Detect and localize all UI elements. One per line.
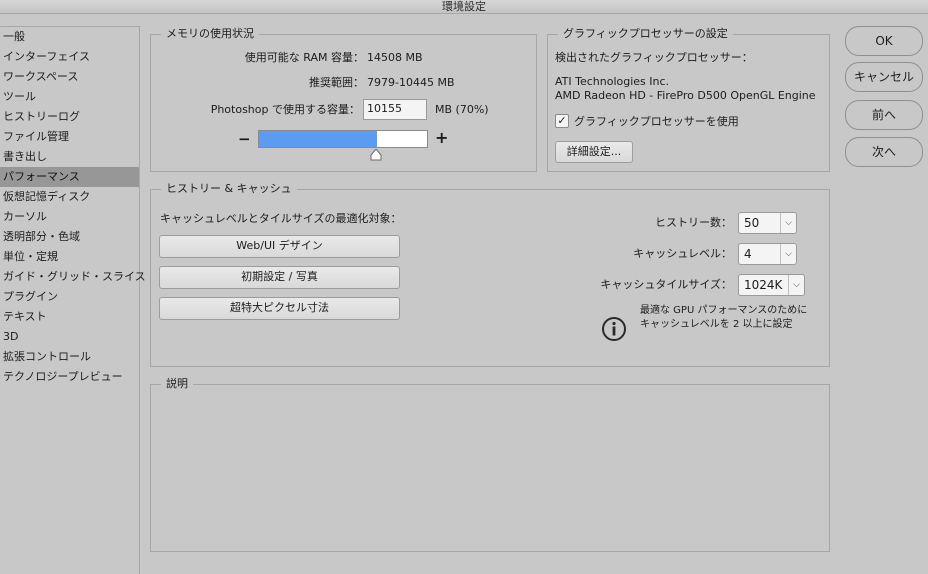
description-group: 説明 — [150, 376, 830, 552]
sidebar-item-performance[interactable]: パフォーマンス — [0, 167, 139, 187]
sidebar-item-scratch-disks[interactable]: 仮想記憶ディスク — [0, 187, 139, 207]
memory-use-unit: MB (70%) — [435, 103, 489, 116]
cache-levels-label: キャッシュレベル： — [633, 247, 732, 260]
ideal-range-label: 推奨範囲： — [309, 76, 364, 89]
cache-tile-size-label: キャッシュタイルサイズ： — [600, 278, 732, 291]
memory-decrease-icon[interactable]: − — [238, 130, 251, 148]
cancel-button[interactable]: キャンセル — [845, 62, 923, 92]
sidebar-item-file-handling[interactable]: ファイル管理 — [0, 127, 139, 147]
default-photos-button[interactable]: 初期設定 / 写真 — [159, 266, 400, 289]
use-gpu-label: グラフィックプロセッサーを使用 — [574, 115, 739, 128]
sidebar-item-history-log[interactable]: ヒストリーログ — [0, 107, 139, 127]
sidebar-item-units-rulers[interactable]: 単位・定規 — [0, 247, 139, 267]
cache-tile-size-value: 1024K — [744, 278, 783, 292]
sidebar-item-technology-previews[interactable]: テクノロジープレビュー — [0, 367, 139, 387]
sidebar-item-cursors[interactable]: カーソル — [0, 207, 139, 227]
sidebar-item-guides-grid-slices[interactable]: ガイド・グリッド・スライス — [0, 267, 146, 287]
memory-slider-fill — [259, 131, 377, 147]
use-gpu-checkbox[interactable]: ✓ — [555, 114, 569, 128]
description-title: 説明 — [161, 376, 193, 392]
memory-slider-track[interactable] — [258, 130, 428, 148]
memory-slider-thumb[interactable] — [370, 149, 382, 161]
sidebar: 一般 インターフェイス ワークスペース ツール ヒストリーログ ファイル管理 書… — [0, 26, 146, 574]
web-ui-design-button[interactable]: Web/UI デザイン — [159, 235, 400, 258]
window-title: 環境設定 — [0, 0, 928, 14]
ok-button[interactable]: OK — [845, 26, 923, 56]
detected-gpu-label: 検出されたグラフィックプロセッサー： — [555, 51, 753, 64]
sidebar-item-transparency-gamut[interactable]: 透明部分・色域 — [0, 227, 139, 247]
sidebar-item-export[interactable]: 書き出し — [0, 147, 139, 167]
history-states-label: ヒストリー数： — [655, 216, 732, 229]
history-states-dropdown[interactable]: 50 ⌵ — [738, 212, 797, 234]
gpu-tip-line-2: キャッシュレベルを 2 以上に設定 — [640, 319, 793, 330]
cache-tile-size-dropdown[interactable]: 1024K ⌵ — [738, 274, 805, 296]
available-ram-value: 14508 MB — [367, 51, 423, 64]
let-photoshop-use-label: Photoshop で使用する容量： — [210, 103, 360, 116]
memory-use-input[interactable]: 10155 — [363, 99, 427, 120]
cache-levels-value: 4 — [744, 247, 752, 261]
sidebar-item-enhanced-controls[interactable]: 拡張コントロール — [0, 347, 139, 367]
history-cache-title: ヒストリー & キャッシュ — [161, 181, 297, 197]
cache-levels-dropdown[interactable]: 4 ⌵ — [738, 243, 797, 265]
sidebar-item-3d[interactable]: 3D — [0, 327, 139, 347]
memory-increase-icon[interactable]: + — [435, 129, 448, 147]
sidebar-item-type[interactable]: テキスト — [0, 307, 139, 327]
sidebar-item-tools[interactable]: ツール — [0, 87, 139, 107]
chevron-down-icon: ⌵ — [780, 244, 796, 264]
ideal-range-value: 7979-10445 MB — [367, 76, 455, 89]
gpu-settings-title: グラフィックプロセッサーの設定 — [558, 26, 733, 42]
chevron-down-icon: ⌵ — [788, 275, 804, 295]
sidebar-item-interface[interactable]: インターフェイス — [0, 47, 139, 67]
sidebar-item-plugins[interactable]: プラグイン — [0, 287, 139, 307]
history-states-value: 50 — [744, 216, 760, 230]
memory-usage-title: メモリの使用状況 — [161, 26, 259, 42]
available-ram-label: 使用可能な RAM 容量： — [244, 51, 364, 64]
huge-pixel-dimensions-button[interactable]: 超特大ピクセル寸法 — [159, 297, 400, 320]
sidebar-item-workspace[interactable]: ワークスペース — [0, 67, 139, 87]
info-icon — [602, 317, 626, 341]
gpu-advanced-settings-button[interactable]: 詳細設定... — [555, 141, 633, 163]
optimize-cache-label: キャッシュレベルとタイルサイズの最適化対象： — [160, 212, 402, 225]
sidebar-item-general[interactable]: 一般 — [0, 27, 139, 47]
gpu-model: AMD Radeon HD - FirePro D500 OpenGL Engi… — [555, 89, 816, 102]
chevron-down-icon: ⌵ — [780, 213, 796, 233]
previous-button[interactable]: 前へ — [845, 100, 923, 130]
next-button[interactable]: 次へ — [845, 137, 923, 167]
